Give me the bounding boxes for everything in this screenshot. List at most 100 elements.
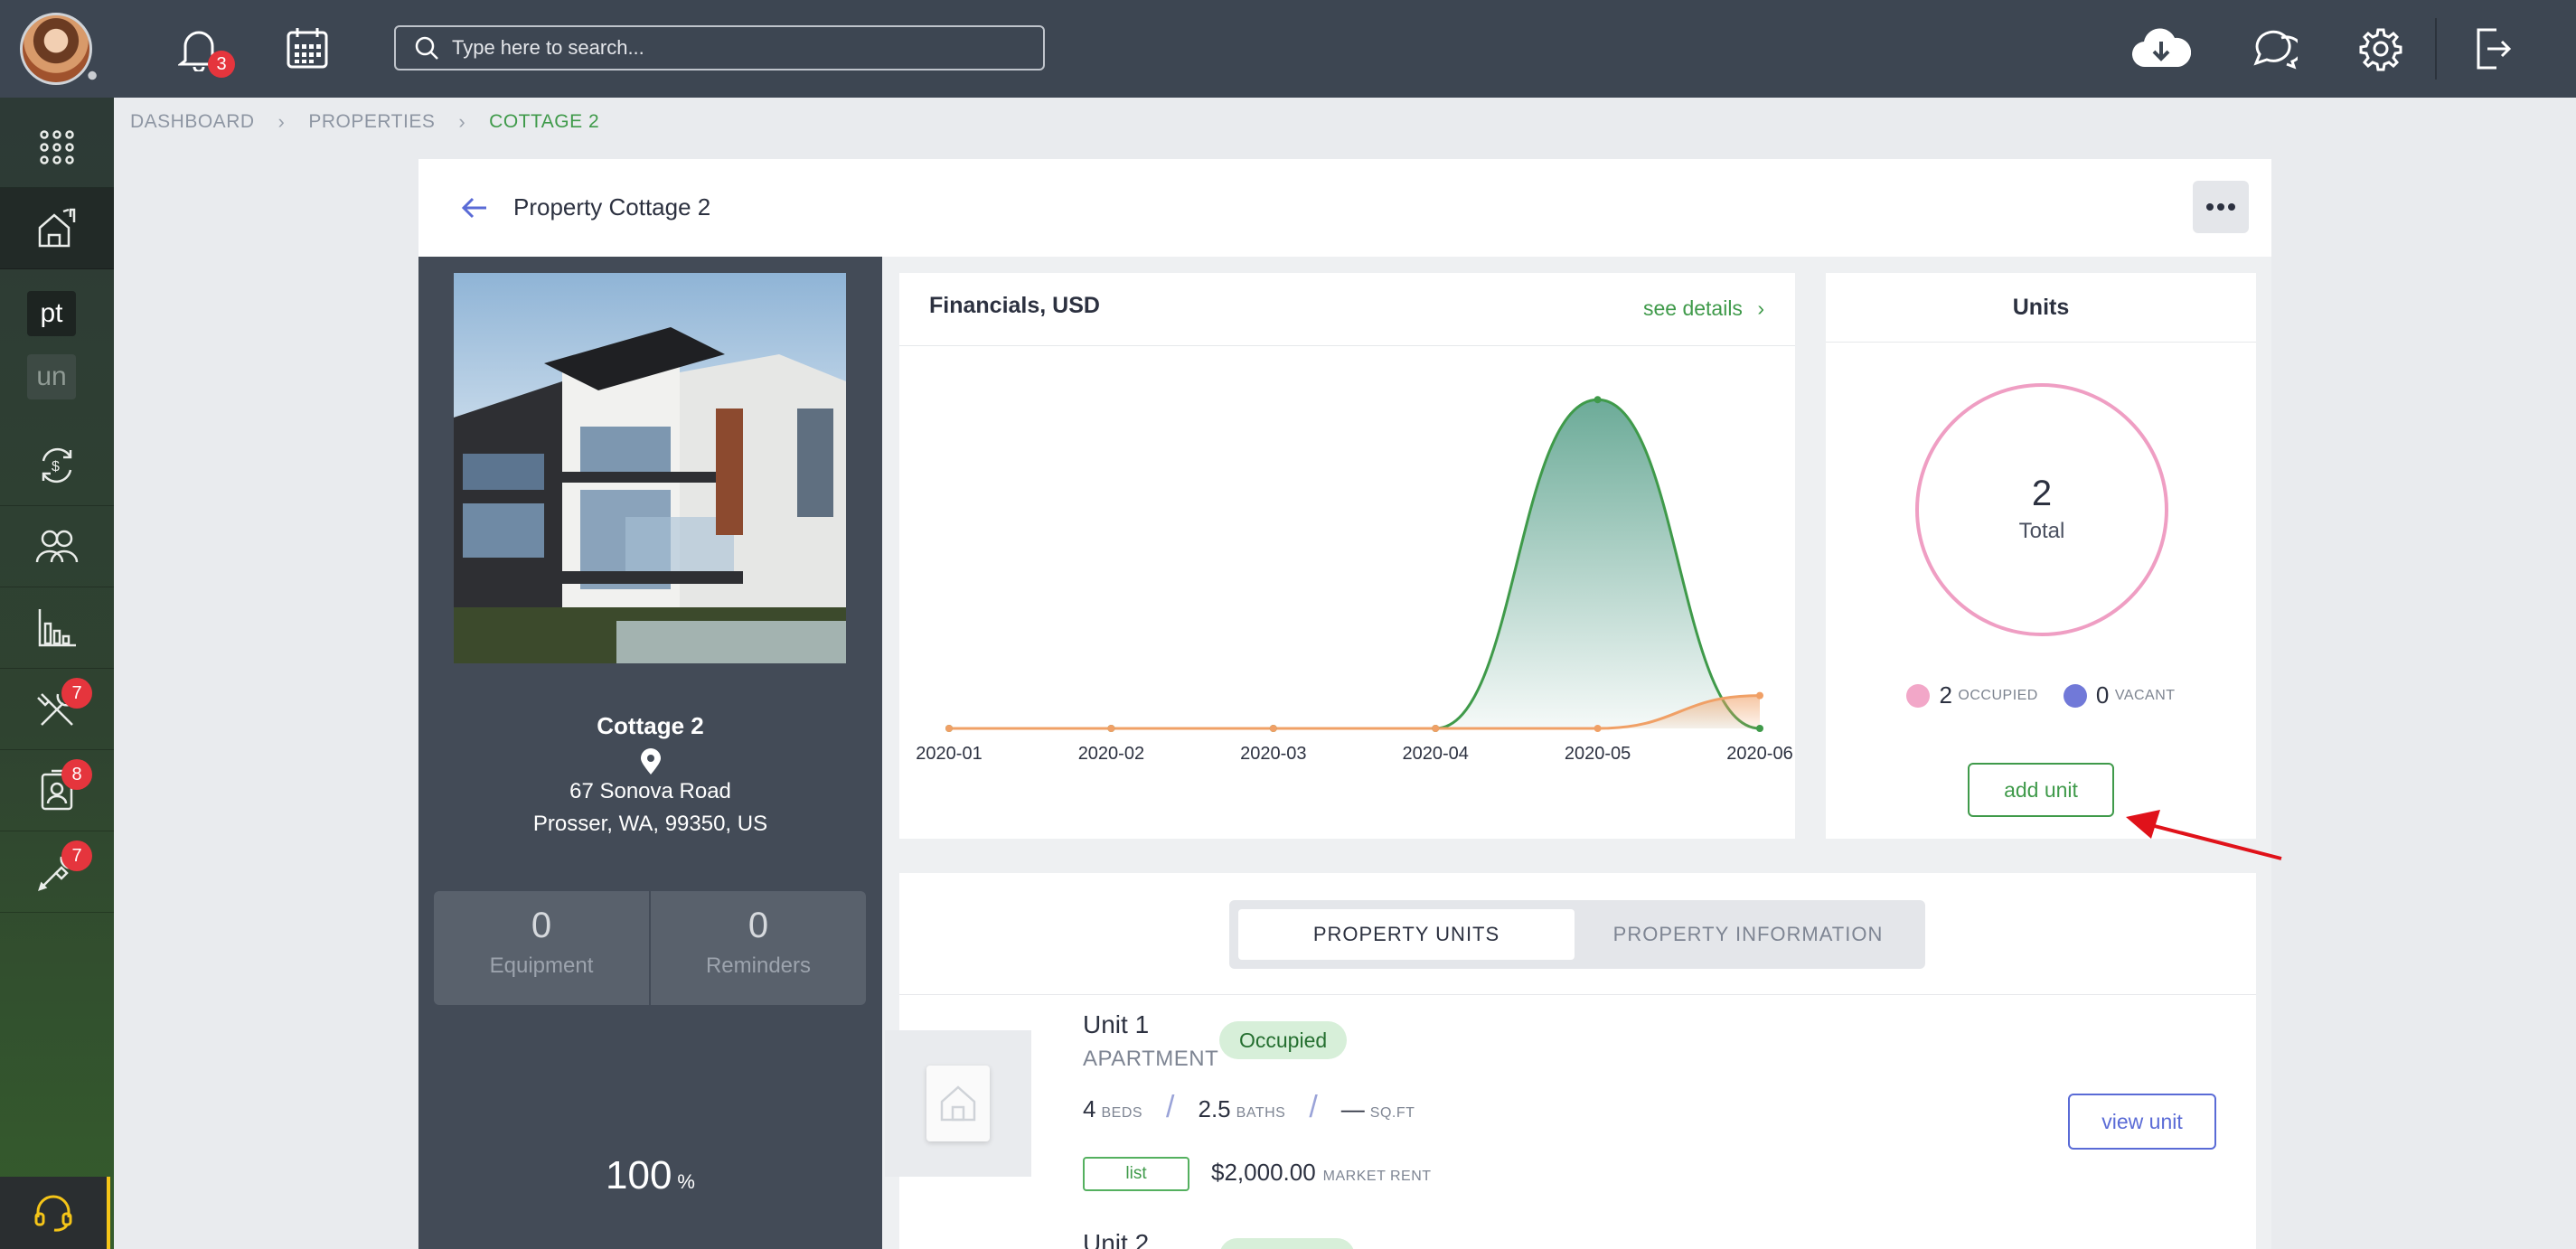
tab-property-units[interactable]: PROPERTY UNITS xyxy=(1238,909,1575,960)
chevron-right-icon: › xyxy=(277,110,286,133)
units-legend: 2 OCCUPIED 0 VACANT xyxy=(1826,681,2256,709)
x-tick-label: 2020-02 xyxy=(1078,744,1144,764)
tab-property-information[interactable]: PROPERTY INFORMATION xyxy=(1576,909,1920,960)
equipment-count: 0 xyxy=(531,906,552,945)
units-list-card: PROPERTY UNITS PROPERTY INFORMATION Unit… xyxy=(885,873,2256,1249)
breadcrumb-dashboard[interactable]: DASHBOARD xyxy=(130,111,255,133)
financials-title: Financials, USD xyxy=(929,293,1100,318)
annotation-arrow-icon xyxy=(2126,810,2282,860)
support-button[interactable] xyxy=(0,1177,110,1249)
sidebar-item-apps[interactable] xyxy=(0,107,114,188)
financials-divider xyxy=(899,345,1795,346)
contacts-badge: 8 xyxy=(61,759,92,790)
settings-button[interactable] xyxy=(2354,22,2408,76)
series-1-point[interactable] xyxy=(1594,725,1602,732)
sidebar-chip-pt[interactable]: pt xyxy=(27,291,76,336)
equipment-stat[interactable]: 0 Equipment xyxy=(434,891,649,1005)
calendar-icon xyxy=(287,28,328,69)
percent-value: 100 xyxy=(606,1153,672,1197)
sidebar-item-vendors[interactable]: 7 xyxy=(0,831,114,913)
unit-specs: 4 BEDS / 2.5 BATHS / — SQ.FT xyxy=(1083,1090,1415,1125)
search-input[interactable] xyxy=(452,36,994,60)
series-0-point[interactable] xyxy=(1756,725,1763,732)
download-button[interactable] xyxy=(2129,22,2193,76)
map-pin-icon xyxy=(639,748,663,775)
address-line-2: Prosser, WA, 99350, US xyxy=(532,812,768,836)
unit-name[interactable]: Unit 2 xyxy=(1083,1229,1149,1249)
house-icon xyxy=(926,1066,990,1141)
x-tick-label: 2020-04 xyxy=(1402,744,1468,764)
sidebar-item-payments[interactable]: $ xyxy=(0,425,114,506)
occupancy-percent: 100% xyxy=(418,1153,882,1198)
headset-icon xyxy=(34,1195,72,1232)
view-unit-button[interactable]: view unit xyxy=(2068,1094,2216,1150)
list-divider xyxy=(899,994,2256,995)
gear-icon xyxy=(2359,28,2402,71)
see-details-link[interactable]: see details › xyxy=(1643,296,1764,321)
baths-label: BATHS xyxy=(1236,1105,1286,1121)
unit-type: APARTMENT xyxy=(1083,1047,1219,1071)
user-avatar[interactable] xyxy=(20,13,92,85)
series-0-point[interactable] xyxy=(1594,396,1602,404)
property-stats: 0 Equipment 0 Reminders xyxy=(434,891,866,1005)
equipment-label: Equipment xyxy=(489,953,594,978)
sidebar-item-reports[interactable] xyxy=(0,587,114,669)
units-divider xyxy=(1826,342,2256,343)
series-1-point[interactable] xyxy=(1269,725,1277,732)
people-icon xyxy=(35,530,79,562)
sidebar-chip-un[interactable]: un xyxy=(27,354,76,399)
unit-thumbnail[interactable] xyxy=(885,1030,1031,1177)
spec-separator: / xyxy=(1166,1090,1175,1124)
card-header: Property Cottage 2 xyxy=(418,159,2271,257)
see-details-label: see details xyxy=(1642,296,1743,320)
sqft-label: SQ.FT xyxy=(1369,1105,1415,1121)
x-tick-label: 2020-05 xyxy=(1565,744,1631,764)
vacant-count: 0 xyxy=(2095,681,2110,709)
series-1-point[interactable] xyxy=(1107,725,1115,732)
reminders-stat[interactable]: 0 Reminders xyxy=(651,891,866,1005)
units-title: Units xyxy=(2012,295,2070,320)
logout-button[interactable] xyxy=(2466,22,2520,76)
baths-count: 2.5 xyxy=(1198,1095,1231,1122)
units-total-label: Total xyxy=(2018,519,2065,543)
notifications-badge: 3 xyxy=(208,51,235,78)
series-1-point[interactable] xyxy=(1432,725,1440,732)
chat-button[interactable] xyxy=(2247,22,2301,76)
search-bar[interactable] xyxy=(394,25,1045,70)
arrow-left-icon xyxy=(461,197,486,219)
series-1-point[interactable] xyxy=(945,725,953,732)
sidebar-item-properties[interactable] xyxy=(0,188,114,269)
chevron-right-icon: › xyxy=(458,110,466,133)
more-dots-icon xyxy=(2206,203,2235,211)
add-unit-button[interactable]: add unit xyxy=(1968,763,2114,817)
sqft-value: — xyxy=(1340,1095,1365,1122)
status-badge: Occupied xyxy=(1219,1021,1348,1059)
occupied-count: 2 xyxy=(1939,681,1953,709)
breadcrumb-current: COTTAGE 2 xyxy=(489,111,600,132)
apps-grid-icon xyxy=(40,129,74,164)
status-badge xyxy=(1219,1238,1355,1249)
property-tabs: PROPERTY UNITS PROPERTY INFORMATION xyxy=(1229,900,1925,969)
list-tag[interactable]: list xyxy=(1083,1157,1189,1191)
page-title: Property Cottage 2 xyxy=(513,193,711,221)
chevron-right-icon: › xyxy=(1757,296,1764,320)
rent-label: MARKET RENT xyxy=(1322,1169,1432,1184)
sidebar-item-tenants[interactable] xyxy=(0,506,114,587)
calendar-button[interactable] xyxy=(280,22,334,76)
notifications-button[interactable]: 3 xyxy=(172,22,235,78)
series-1-point[interactable] xyxy=(1756,691,1763,700)
maintenance-badge: 7 xyxy=(61,678,92,709)
property-name: Cottage 2 xyxy=(597,712,704,739)
top-bar: ● 3 xyxy=(0,0,2576,98)
beds-count: 4 xyxy=(1083,1095,1096,1122)
property-photo[interactable] xyxy=(454,273,846,663)
sidebar-item-maintenance[interactable]: 7 xyxy=(0,669,114,750)
breadcrumb-properties[interactable]: PROPERTIES xyxy=(308,111,435,133)
buildings-icon xyxy=(38,208,76,247)
sidebar-item-contacts[interactable]: 8 xyxy=(0,750,114,831)
unit-name[interactable]: Unit 1 xyxy=(1083,1010,1149,1039)
more-options-button[interactable] xyxy=(2193,181,2249,233)
back-button[interactable] xyxy=(456,190,493,226)
vendors-badge: 7 xyxy=(61,840,92,871)
chat-icon xyxy=(2253,30,2298,70)
